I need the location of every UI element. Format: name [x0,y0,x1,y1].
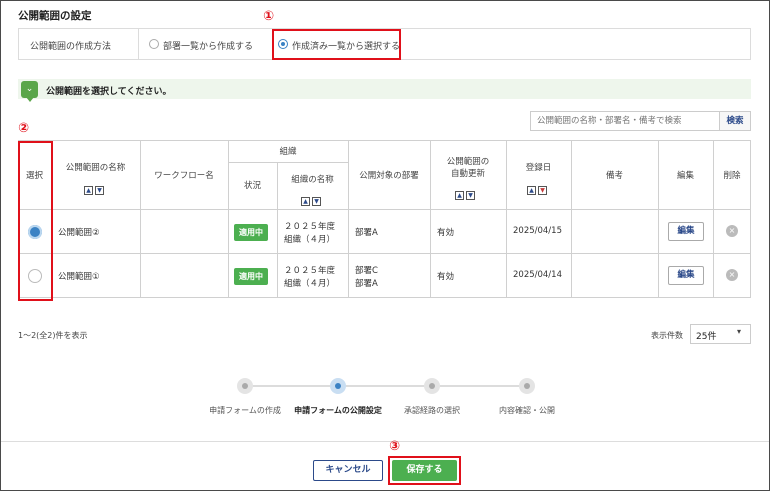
annotation-number-1: ① [263,9,275,24]
header-delete: 削除 [723,171,741,181]
step-dot [519,378,535,394]
edit-button[interactable]: 編集 [668,266,704,285]
table-line [18,253,751,254]
cancel-button[interactable]: キャンセル [313,460,383,481]
header-edit: 編集 [676,171,694,181]
header-target-dept: 公開対象の部署 [359,171,419,181]
banner-icon-tail [26,97,34,102]
sort-asc-icon[interactable]: ▲ [84,186,93,195]
row-org-name-line2: 組織（４月） [284,235,336,245]
row-registered-date: 2025/04/15 [513,226,562,236]
annotation-number-3: ③ [389,439,401,454]
search-button[interactable]: 検索 [719,111,751,131]
annotation-number-2: ② [18,121,30,136]
header-auto-update-line2: 自動更新 [450,169,485,179]
delete-icon[interactable]: × [726,225,738,237]
sort-org-name[interactable]: ▲ ▼ [300,188,322,207]
step-label: 内容確認・公開 [499,406,555,415]
radio-from-department[interactable] [149,39,159,49]
sort-desc-icon[interactable]: ▼ [466,191,475,200]
header-auto-update-line1: 公開範囲の [446,157,490,167]
row-registered-date: 2025/04/14 [513,270,562,280]
table-line [348,140,349,298]
table-line [228,162,348,163]
annotation-box-3 [388,456,461,485]
row-target-dept-line1: 部署A [355,228,378,238]
option-from-department-label[interactable]: 部署一覧から作成する [163,39,253,52]
row-org-name-line1: ２０２５年度 [284,222,336,232]
header-name: 公開範囲の名称 [65,163,126,173]
row-target-dept-line1: 部署C [355,266,378,276]
section-title: 公開範囲の設定 [18,10,92,22]
banner-text: 公開範囲を選択してください。 [46,87,172,97]
chevron-down-icon[interactable]: ▾ [737,327,741,336]
sort-asc-icon[interactable]: ▲ [455,191,464,200]
header-org-name: 組織の名称 [291,175,334,185]
sort-desc-icon[interactable]: ▼ [312,197,321,206]
row-org-name-line1: ２０２５年度 [284,266,336,276]
delete-icon[interactable]: × [726,269,738,281]
sort-desc-icon[interactable]: ▼ [95,186,104,195]
annotation-box-2 [18,141,53,301]
step-dot [237,378,253,394]
header-registered: 登録日 [525,163,552,173]
table-line [658,140,659,298]
footer-divider [1,441,769,442]
table-line [571,140,572,298]
per-page-value[interactable]: 25件 [696,329,716,342]
row-target-dept-line2: 部署A [355,279,378,289]
sort-name[interactable]: ▲ ▼ [83,177,105,196]
search-input[interactable] [530,111,720,131]
per-page-label: 表示件数 [651,331,683,340]
chevron-down-icon: ⌄ [21,81,38,98]
header-remarks: 備考 [605,171,623,181]
header-org: 組織 [279,147,297,157]
sort-asc-icon[interactable]: ▲ [301,197,310,206]
sort-asc-icon[interactable]: ▲ [527,186,536,195]
row-auto-update: 有効 [437,272,455,282]
row-name: 公開範囲① [58,272,100,282]
table-line [713,140,714,298]
annotation-box-1 [272,29,401,60]
step-dot [424,378,440,394]
sort-registered[interactable]: ▲ ▼ [526,177,548,196]
table-line [228,140,229,298]
status-badge: 適用中 [234,224,268,241]
row-name: 公開範囲② [58,228,100,238]
edit-button[interactable]: 編集 [668,222,704,241]
sort-auto-update[interactable]: ▲ ▼ [454,182,476,201]
row-org-name-line2: 組織（４月） [284,279,336,289]
table-line [140,140,141,298]
header-status: 状況 [243,181,261,191]
header-workflow: ワークフロー名 [154,171,214,181]
method-label: 公開範囲の作成方法 [30,42,112,52]
row-auto-update: 有効 [437,228,455,238]
sort-desc-icon[interactable]: ▼ [538,186,547,195]
status-badge: 適用中 [234,268,268,285]
table-line [18,209,751,210]
step-label: 承認経路の選択 [404,406,460,415]
result-count: 1〜2(全2)件を表示 [18,331,88,340]
divider [138,29,139,59]
step-dot-active [330,378,346,394]
stepper-track [245,385,527,387]
